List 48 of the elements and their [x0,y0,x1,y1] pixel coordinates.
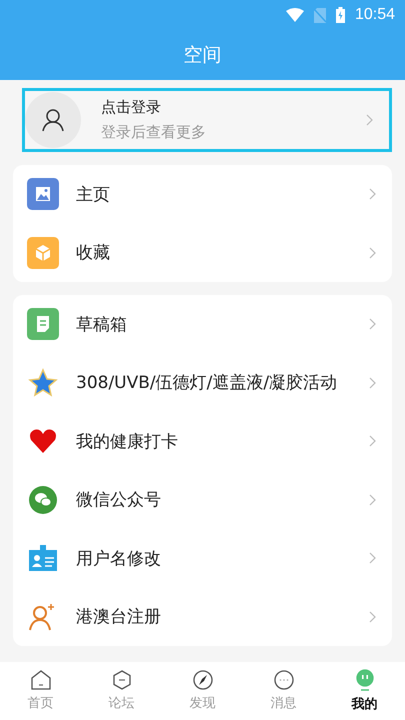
menu-item[interactable]: 收藏 [13,224,392,282]
chevron-icon [366,114,373,126]
menu-label: 收藏 [76,242,111,264]
heart-icon [29,428,57,454]
chevron-icon [369,376,376,389]
no-sim-icon [314,8,326,22]
menu-label: 草稿箱 [76,314,128,336]
menu-item[interactable]: 我的健康打卡 [13,412,392,470]
compass-icon [192,670,212,690]
chevron-icon [369,188,376,200]
menu-item[interactable]: 308/UVB/伍德灯/遮盖液/凝胶活动 [13,354,392,412]
menu-label: 用户名修改 [76,548,162,570]
menu-item[interactable]: 港澳台注册 [13,588,392,646]
menu-label: 微信公众号 [76,489,162,512]
menu-item[interactable]: 用户名修改 [13,529,392,588]
clock-time: 10:54 [354,6,395,24]
menu-item[interactable]: 微信公众号 [13,470,392,529]
smiley-icon [354,669,374,691]
chevron-icon [369,494,376,506]
chevron-icon [369,435,376,448]
star-icon [28,368,58,398]
menu-item[interactable]: 草稿箱 [13,295,392,354]
menu-label: 港澳台注册 [76,606,162,628]
chat-icon [274,670,294,690]
login-card[interactable]: 点击登录 登录后查看更多 [22,88,392,152]
user-icon [42,108,64,132]
note-icon [27,308,59,340]
image-icon [27,178,59,210]
menu-item[interactable]: 主页 [13,165,392,224]
page-title: 空间 [184,43,222,68]
chevron-icon [369,246,376,259]
add-user-icon [29,602,57,631]
battery-icon [336,7,345,23]
menu-label: 主页 [76,184,111,206]
wifi-icon [286,8,304,22]
menu-label: 308/UVB/伍德灯/遮盖液/凝胶活动 [76,372,338,394]
chevron-icon [369,318,376,330]
box-icon [27,236,59,269]
login-subtitle: 登录后查看更多 [101,123,207,142]
tab-bar-item[interactable]: 我的 [324,662,405,720]
id-card-icon [29,545,57,572]
login-title: 点击登录 [101,98,162,117]
chat-bubbles-icon [29,486,57,514]
menu-label: 我的健康打卡 [76,430,179,453]
hexagon-icon [112,670,132,690]
chevron-icon [369,552,376,564]
home-icon [30,670,50,690]
chevron-icon [369,610,376,623]
